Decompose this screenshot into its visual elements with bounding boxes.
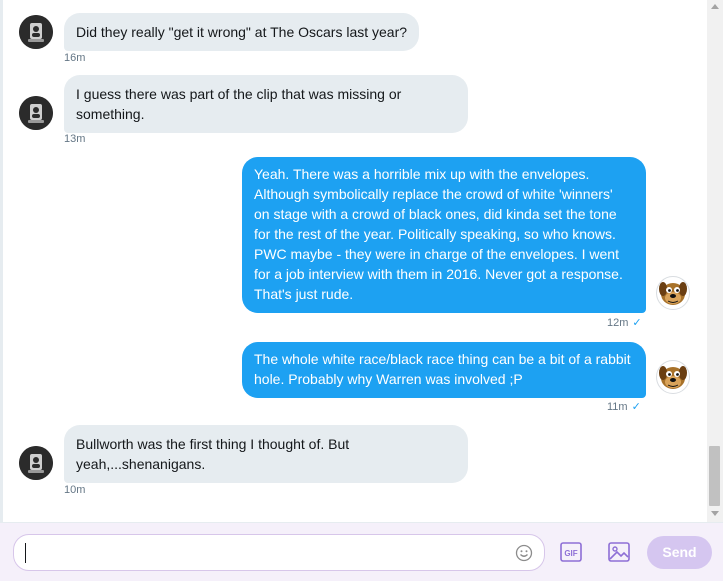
message-text: Bullworth was the first thing I thought … <box>76 436 350 452</box>
read-check-icon: ✓ <box>631 401 641 413</box>
message-input[interactable] <box>24 543 504 563</box>
image-icon <box>608 542 630 562</box>
message-timestamp: 11m ✓ <box>607 401 641 414</box>
scrollbar-thumb[interactable] <box>709 446 720 506</box>
timestamp-text: 11m <box>607 401 628 413</box>
message-text: PWC maybe - they were in charge of the e… <box>254 246 619 262</box>
message-bubble[interactable]: Bullworth was the first thing I thought … <box>64 425 468 483</box>
vertical-scrollbar[interactable] <box>707 0 723 522</box>
gif-icon: GIF <box>560 542 582 562</box>
message-text: for a job interview with them in 2016. N… <box>254 266 623 282</box>
message-text: Yeah. There was a horrible mix up with t… <box>254 166 590 182</box>
message-text: Although symbolically replace the crowd … <box>254 186 613 202</box>
message-composer: GIF Send <box>0 522 723 581</box>
emoji-icon[interactable] <box>515 544 533 562</box>
default-profile-icon <box>19 446 53 480</box>
message-bubble[interactable]: Yeah. There was a horrible mix up with t… <box>242 157 646 313</box>
message-text: The whole white race/black race thing ca… <box>254 351 631 367</box>
dog-avatar-icon <box>659 282 687 305</box>
read-check-icon: ✓ <box>632 317 642 329</box>
contact-avatar[interactable] <box>19 15 53 49</box>
timestamp-text: 16m <box>64 52 86 64</box>
message-bubble[interactable]: Did they really "get it wrong" at The Os… <box>64 13 420 51</box>
message-text: something. <box>76 106 145 122</box>
own-avatar[interactable] <box>656 360 690 394</box>
message-text: on stage with a crowd of black ones, did… <box>254 206 617 222</box>
message-text: That's just rude. <box>254 286 354 302</box>
contact-avatar[interactable] <box>19 96 53 130</box>
timestamp-text: 13m <box>64 133 86 145</box>
send-button[interactable]: Send <box>647 536 712 569</box>
message-timestamp: 13m <box>64 133 85 146</box>
message-bubble[interactable]: I guess there was part of the clip that … <box>64 75 468 133</box>
own-avatar[interactable] <box>656 276 690 310</box>
message-bubble[interactable]: The whole white race/black race thing ca… <box>242 342 646 398</box>
pane-border <box>0 0 3 522</box>
message-text: hole. Probably why Warren was involved ;… <box>254 371 523 387</box>
message-input-container[interactable] <box>13 534 545 571</box>
message-timestamp: 16m <box>64 52 85 65</box>
default-profile-icon <box>19 96 53 130</box>
timestamp-text: 10m <box>64 484 86 496</box>
message-text: I guess there was part of the clip that … <box>76 86 402 102</box>
svg-text:GIF: GIF <box>564 549 577 558</box>
message-text: for the rest of the year. Politically sp… <box>254 226 616 242</box>
scroll-down-arrow-icon[interactable] <box>711 511 719 516</box>
add-photo-button[interactable] <box>606 539 632 565</box>
conversation-pane: Did they really "get it wrong" at The Os… <box>0 0 707 522</box>
gif-button[interactable]: GIF <box>558 539 584 565</box>
default-profile-icon <box>19 15 53 49</box>
message-text: Did they really "get it wrong" at The Os… <box>76 24 408 40</box>
dog-avatar-icon <box>659 366 687 389</box>
contact-avatar[interactable] <box>19 446 53 480</box>
message-timestamp: 10m <box>64 484 85 497</box>
text-caret <box>25 543 26 563</box>
scroll-up-arrow-icon[interactable] <box>711 4 719 9</box>
message-timestamp: 12m ✓ <box>607 317 642 330</box>
timestamp-text: 12m <box>607 317 629 329</box>
message-text: yeah,...shenanigans. <box>76 456 206 472</box>
